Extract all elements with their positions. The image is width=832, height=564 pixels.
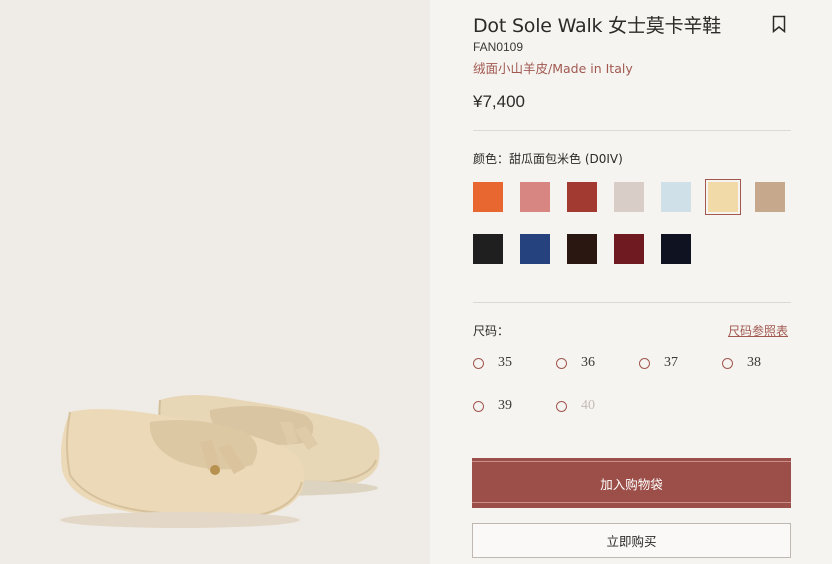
product-title: Dot Sole Walk 女士莫卡辛鞋 bbox=[473, 15, 721, 37]
product-image bbox=[60, 395, 380, 528]
size-option-37[interactable]: 37 bbox=[639, 355, 678, 371]
size-value: 39 bbox=[498, 398, 512, 413]
color-swatch-beige[interactable] bbox=[705, 179, 741, 215]
color-swatch-tan[interactable] bbox=[755, 182, 785, 212]
size-guide-link[interactable]: 尺码参照表 bbox=[728, 322, 788, 339]
color-swatch-dark-navy[interactable] bbox=[661, 234, 691, 264]
buy-now-button[interactable]: 立即购买 bbox=[472, 523, 791, 558]
size-label: 尺码： bbox=[473, 324, 510, 338]
size-value: 35 bbox=[498, 355, 512, 370]
color-swatch-orange[interactable] bbox=[473, 182, 503, 212]
color-swatch-light-blue[interactable] bbox=[661, 182, 691, 212]
radio-circle-icon bbox=[473, 357, 484, 369]
color-swatch-black[interactable] bbox=[473, 234, 503, 264]
divider bbox=[473, 130, 791, 131]
add-to-bag-button[interactable]: 加入购物袋 bbox=[472, 458, 791, 508]
color-swatch-light-grey[interactable] bbox=[614, 182, 644, 212]
color-swatch-rose[interactable] bbox=[520, 182, 550, 212]
radio-circle-icon bbox=[556, 357, 567, 369]
button-border-line bbox=[472, 461, 791, 462]
add-to-bag-label: 加入购物袋 bbox=[600, 476, 663, 492]
size-option-36[interactable]: 36 bbox=[556, 355, 595, 371]
radio-circle-icon bbox=[473, 400, 484, 412]
size-option-39[interactable]: 39 bbox=[473, 398, 512, 414]
color-label: 颜色：甜瓜面包米色 (D0IV) bbox=[473, 152, 623, 166]
buy-now-label: 立即购买 bbox=[606, 534, 657, 549]
size-value: 38 bbox=[747, 355, 761, 370]
size-option-40: 40 bbox=[556, 398, 595, 414]
product-price: ¥7,400 bbox=[473, 92, 525, 111]
product-material: 绒面小山羊皮/Made in Italy bbox=[473, 61, 633, 76]
color-swatch-red[interactable] bbox=[567, 182, 597, 212]
divider bbox=[473, 302, 791, 303]
color-swatch-dark-brown[interactable] bbox=[567, 234, 597, 264]
size-option-38[interactable]: 38 bbox=[722, 355, 761, 371]
product-details-panel: Dot Sole Walk 女士莫卡辛鞋 FAN0109 绒面小山羊皮/Made… bbox=[430, 0, 832, 564]
bookmark-icon[interactable] bbox=[772, 15, 786, 33]
button-border-line bbox=[472, 502, 791, 503]
size-value: 40 bbox=[581, 398, 595, 413]
product-sku: FAN0109 bbox=[473, 40, 524, 54]
size-option-35[interactable]: 35 bbox=[473, 355, 512, 371]
color-swatch-navy[interactable] bbox=[520, 234, 550, 264]
color-swatch-burgundy[interactable] bbox=[614, 234, 644, 264]
radio-circle-icon bbox=[722, 357, 733, 369]
radio-circle-icon bbox=[639, 357, 650, 369]
size-value: 36 bbox=[581, 355, 595, 370]
size-value: 37 bbox=[664, 355, 678, 370]
radio-circle-icon bbox=[556, 400, 567, 412]
product-image-panel bbox=[0, 0, 430, 564]
